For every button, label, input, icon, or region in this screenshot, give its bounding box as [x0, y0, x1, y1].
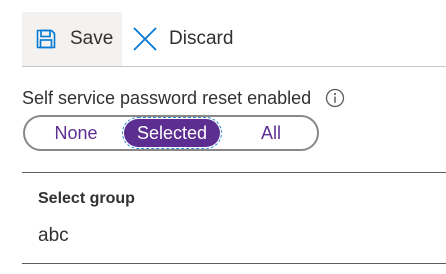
close-icon: [132, 26, 158, 52]
select-group-top-divider: [22, 172, 446, 173]
sspr-option-selected[interactable]: Selected: [122, 117, 222, 149]
sspr-toggle: None Selected All: [23, 115, 319, 151]
discard-button[interactable]: Discard: [122, 12, 245, 66]
sspr-properties-page: Save Discard Self service password reset…: [0, 0, 446, 274]
sspr-label-row: Self service password reset enabled: [22, 85, 345, 111]
save-button[interactable]: Save: [22, 12, 122, 66]
discard-button-label: Discard: [169, 28, 234, 49]
command-bar-divider: [22, 66, 446, 67]
save-icon: [33, 26, 59, 52]
sspr-option-all[interactable]: All: [253, 117, 289, 149]
select-group-bottom-divider: [22, 263, 446, 264]
select-group-value[interactable]: abc: [38, 225, 69, 247]
sspr-option-none[interactable]: None: [45, 117, 107, 149]
select-group-label: Select group: [38, 190, 135, 207]
info-icon[interactable]: [325, 88, 345, 108]
sspr-label: Self service password reset enabled: [22, 87, 312, 108]
command-bar: Save Discard: [22, 12, 245, 66]
save-button-label: Save: [70, 28, 114, 49]
